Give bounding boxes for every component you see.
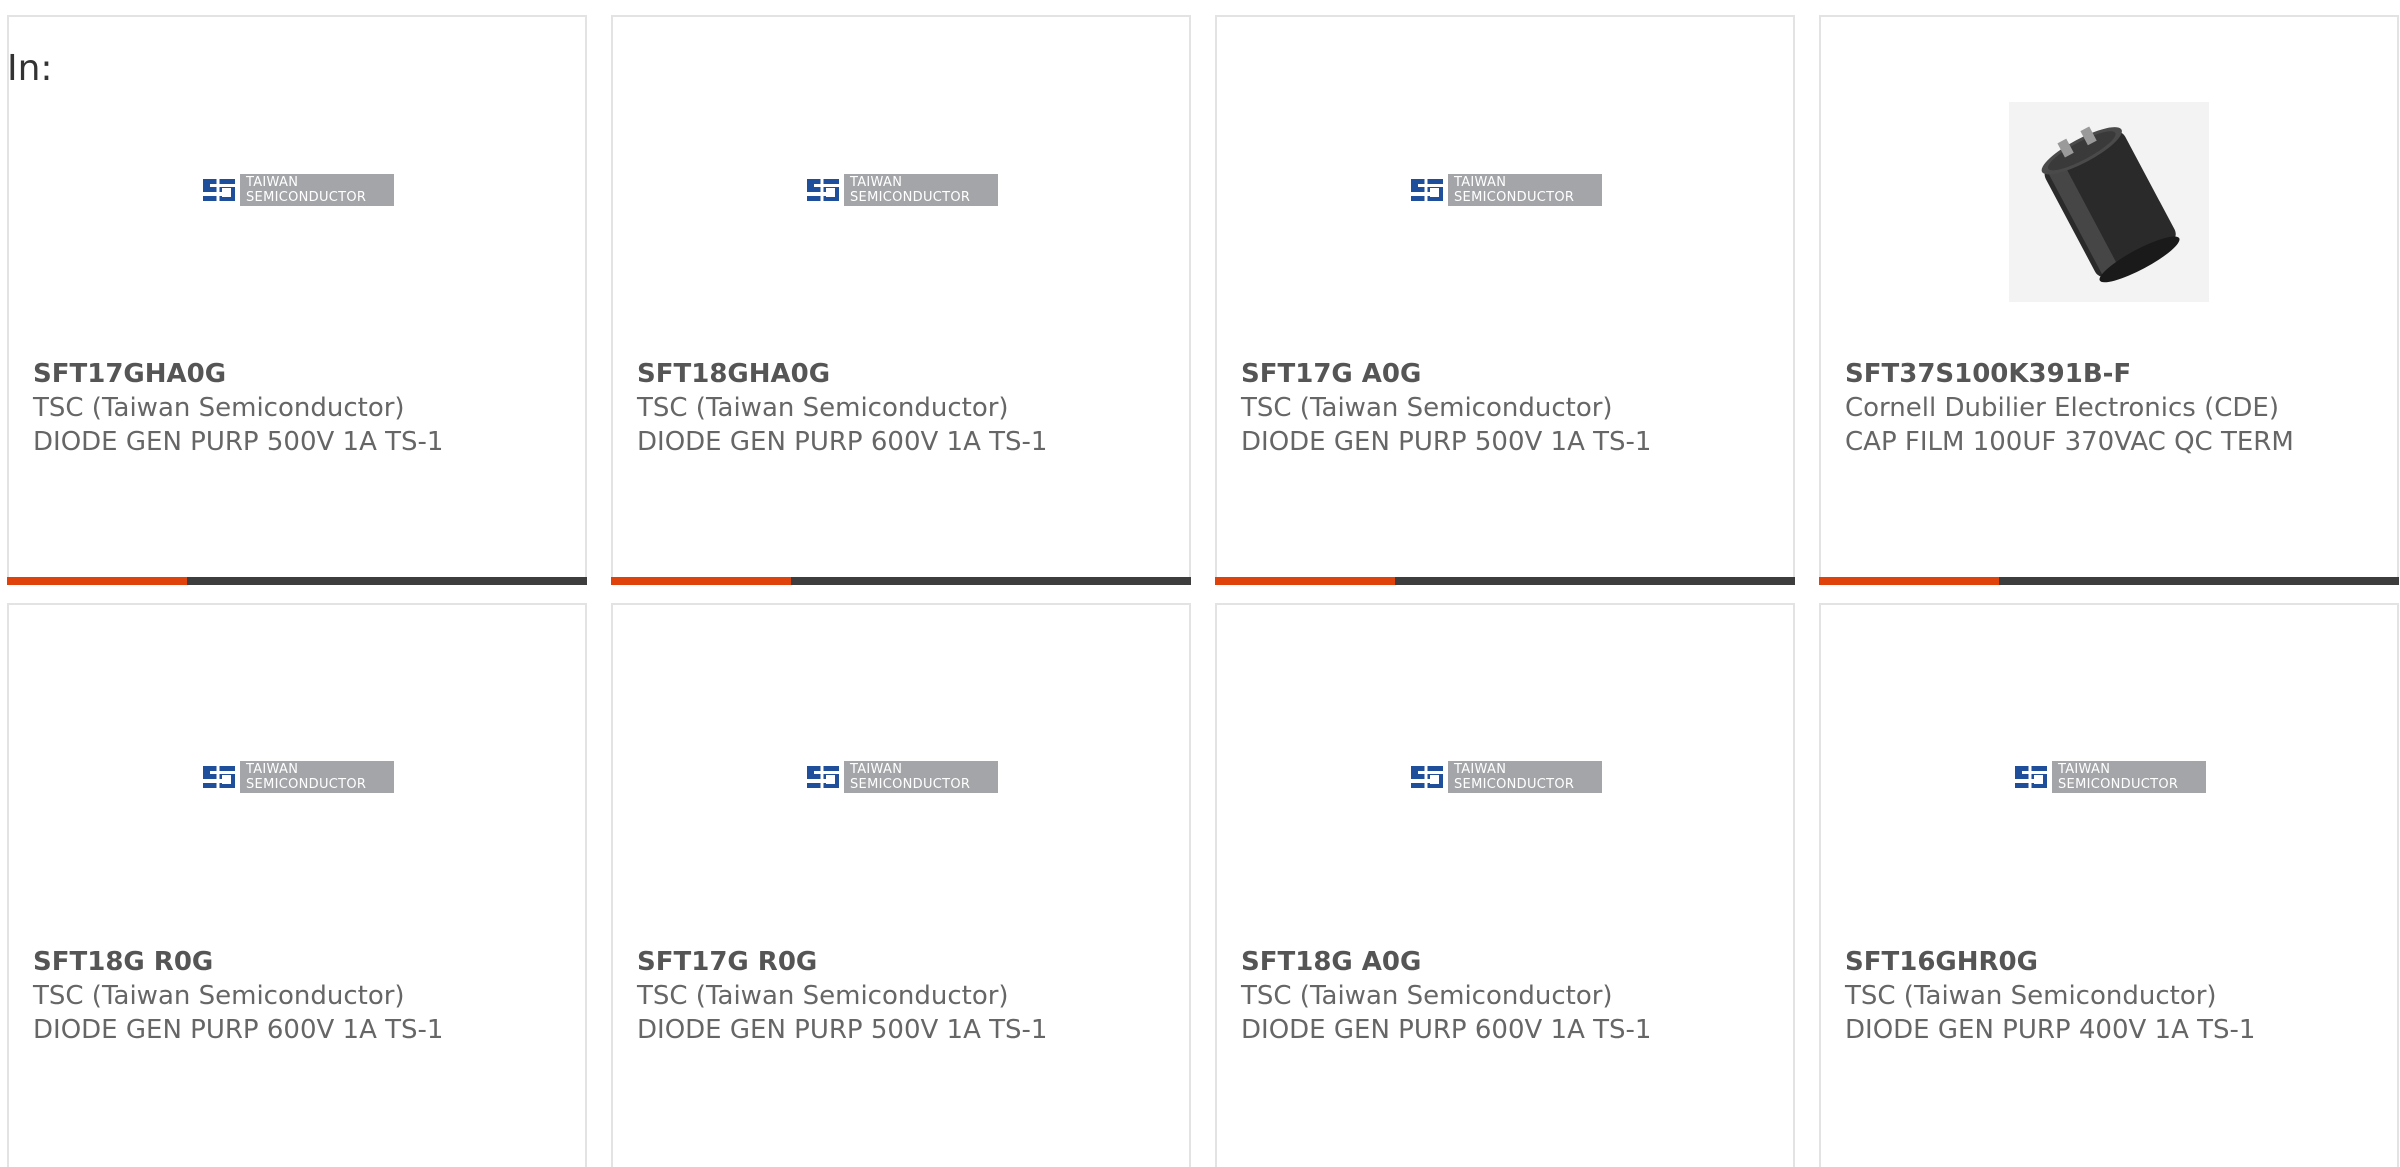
- progress-bar: [1819, 577, 2399, 585]
- logo-wordmark: TAIWAN SEMICONDUCTOR: [1448, 761, 1602, 793]
- logo-line-2: SEMICONDUCTOR: [246, 190, 367, 205]
- tsc-mark-icon: [804, 760, 842, 794]
- product-description: DIODE GEN PURP 500V 1A TS-1: [33, 427, 444, 457]
- product-card[interactable]: TAIWAN SEMICONDUCTOR SFT18G A0G TSC (Taiw…: [1215, 603, 1795, 1167]
- product-grid-page: In: TAIWAN SEMICONDUCTOR SFT17GHA0G TSC (…: [0, 0, 2400, 1167]
- product-info: SFT17G A0G TSC (Taiwan Semiconductor) DIOD…: [1241, 357, 1773, 459]
- logo-line-1: TAIWAN: [1454, 175, 1507, 190]
- part-number-link[interactable]: SFT17G R0G: [637, 945, 1169, 979]
- product-info: SFT18GHA0G TSC (Taiwan Semiconductor) DIOD…: [637, 357, 1169, 459]
- progress-bar: [1215, 577, 1795, 585]
- in-label: In:: [7, 48, 53, 89]
- part-number-link[interactable]: SFT17GHA0G: [33, 357, 565, 391]
- progress-fill: [1215, 577, 1395, 585]
- tsc-mark-icon: [1408, 760, 1446, 794]
- product-card[interactable]: TAIWAN SEMICONDUCTOR SFT16GHR0G TSC (Taiw…: [1819, 603, 2399, 1167]
- product-image[interactable]: TAIWAN SEMICONDUCTOR: [9, 87, 585, 307]
- progress-bar: [7, 577, 587, 585]
- product-card[interactable]: TAIWAN SEMICONDUCTOR SFT17G A0G TSC (Taiw…: [1215, 15, 1795, 585]
- product-card[interactable]: TAIWAN SEMICONDUCTOR SFT17G R0G TSC (Taiw…: [611, 603, 1191, 1167]
- product-description: DIODE GEN PURP 600V 1A TS-1: [1241, 1015, 1652, 1045]
- logo-wordmark: TAIWAN SEMICONDUCTOR: [844, 761, 998, 793]
- product-image[interactable]: TAIWAN SEMICONDUCTOR: [613, 735, 1189, 955]
- logo-wordmark: TAIWAN SEMICONDUCTOR: [844, 174, 998, 206]
- capacitor-photo: [2009, 102, 2209, 302]
- logo-wordmark: TAIWAN SEMICONDUCTOR: [240, 761, 394, 793]
- logo-line-2: SEMICONDUCTOR: [2058, 777, 2179, 792]
- product-description: DIODE GEN PURP 600V 1A TS-1: [33, 1015, 444, 1045]
- product-card[interactable]: SFT37S100K391B-F Cornell Dubilier Electro…: [1819, 15, 2399, 585]
- part-number-link[interactable]: SFT37S100K391B-F: [1845, 357, 2377, 391]
- progress-fill: [1819, 577, 1999, 585]
- part-number-link[interactable]: SFT18G A0G: [1241, 945, 1773, 979]
- manufacturer-name: TSC (Taiwan Semiconductor): [33, 393, 405, 423]
- product-description: DIODE GEN PURP 500V 1A TS-1: [637, 1015, 1048, 1045]
- manufacturer-name: TSC (Taiwan Semiconductor): [637, 981, 1009, 1011]
- logo-wordmark: TAIWAN SEMICONDUCTOR: [240, 174, 394, 206]
- manufacturer-name: TSC (Taiwan Semiconductor): [637, 393, 1009, 423]
- product-image[interactable]: TAIWAN SEMICONDUCTOR: [1821, 735, 2397, 955]
- product-description: DIODE GEN PURP 600V 1A TS-1: [637, 427, 1048, 457]
- product-description: DIODE GEN PURP 500V 1A TS-1: [1241, 427, 1652, 457]
- tsc-mark-icon: [804, 173, 842, 207]
- logo-line-1: TAIWAN: [2058, 762, 2111, 777]
- product-image[interactable]: TAIWAN SEMICONDUCTOR: [9, 735, 585, 955]
- tsc-mark-icon: [2012, 760, 2050, 794]
- product-image[interactable]: TAIWAN SEMICONDUCTOR: [613, 87, 1189, 307]
- logo-line-2: SEMICONDUCTOR: [246, 777, 367, 792]
- product-info: SFT16GHR0G TSC (Taiwan Semiconductor) DIOD…: [1845, 945, 2377, 1047]
- progress-fill: [611, 577, 791, 585]
- product-info: SFT17GHA0G TSC (Taiwan Semiconductor) DIOD…: [33, 357, 565, 459]
- part-number-link[interactable]: SFT18GHA0G: [637, 357, 1169, 391]
- progress-fill: [7, 577, 187, 585]
- manufacturer-name: TSC (Taiwan Semiconductor): [1241, 981, 1613, 1011]
- product-card[interactable]: TAIWAN SEMICONDUCTOR SFT18G R0G TSC (Taiw…: [7, 603, 587, 1167]
- product-image[interactable]: TAIWAN SEMICONDUCTOR: [1217, 735, 1793, 955]
- logo-wordmark: TAIWAN SEMICONDUCTOR: [1448, 174, 1602, 206]
- product-image[interactable]: [1821, 87, 2397, 307]
- logo-line-2: SEMICONDUCTOR: [1454, 777, 1575, 792]
- product-info: SFT18G A0G TSC (Taiwan Semiconductor) DIOD…: [1241, 945, 1773, 1047]
- logo-line-2: SEMICONDUCTOR: [1454, 190, 1575, 205]
- part-number-link[interactable]: SFT17G A0G: [1241, 357, 1773, 391]
- logo-line-1: TAIWAN: [246, 175, 299, 190]
- progress-bar: [611, 577, 1191, 585]
- product-info: SFT37S100K391B-F Cornell Dubilier Electro…: [1845, 357, 2377, 459]
- logo-line-1: TAIWAN: [850, 175, 903, 190]
- taiwan-semiconductor-logo: TAIWAN SEMICONDUCTOR: [2012, 757, 2206, 797]
- taiwan-semiconductor-logo: TAIWAN SEMICONDUCTOR: [804, 170, 998, 210]
- logo-line-2: SEMICONDUCTOR: [850, 777, 971, 792]
- logo-wordmark: TAIWAN SEMICONDUCTOR: [2052, 761, 2206, 793]
- part-number-link[interactable]: SFT18G R0G: [33, 945, 565, 979]
- tsc-mark-icon: [1408, 173, 1446, 207]
- product-card[interactable]: TAIWAN SEMICONDUCTOR SFT17GHA0G TSC (Taiw…: [7, 15, 587, 585]
- product-description: CAP FILM 100UF 370VAC QC TERM: [1845, 427, 2294, 457]
- product-image[interactable]: TAIWAN SEMICONDUCTOR: [1217, 87, 1793, 307]
- part-number-link[interactable]: SFT16GHR0G: [1845, 945, 2377, 979]
- manufacturer-name: TSC (Taiwan Semiconductor): [33, 981, 405, 1011]
- taiwan-semiconductor-logo: TAIWAN SEMICONDUCTOR: [200, 757, 394, 797]
- manufacturer-name: TSC (Taiwan Semiconductor): [1845, 981, 2217, 1011]
- manufacturer-name: TSC (Taiwan Semiconductor): [1241, 393, 1613, 423]
- logo-line-1: TAIWAN: [1454, 762, 1507, 777]
- taiwan-semiconductor-logo: TAIWAN SEMICONDUCTOR: [200, 170, 394, 210]
- product-description: DIODE GEN PURP 400V 1A TS-1: [1845, 1015, 2256, 1045]
- taiwan-semiconductor-logo: TAIWAN SEMICONDUCTOR: [1408, 170, 1602, 210]
- logo-line-1: TAIWAN: [850, 762, 903, 777]
- taiwan-semiconductor-logo: TAIWAN SEMICONDUCTOR: [804, 757, 998, 797]
- product-card[interactable]: TAIWAN SEMICONDUCTOR SFT18GHA0G TSC (Taiw…: [611, 15, 1191, 585]
- logo-line-2: SEMICONDUCTOR: [850, 190, 971, 205]
- product-info: SFT18G R0G TSC (Taiwan Semiconductor) DIOD…: [33, 945, 565, 1047]
- product-info: SFT17G R0G TSC (Taiwan Semiconductor) DIOD…: [637, 945, 1169, 1047]
- manufacturer-name: Cornell Dubilier Electronics (CDE): [1845, 393, 2279, 423]
- logo-line-1: TAIWAN: [246, 762, 299, 777]
- taiwan-semiconductor-logo: TAIWAN SEMICONDUCTOR: [1408, 757, 1602, 797]
- tsc-mark-icon: [200, 173, 238, 207]
- tsc-mark-icon: [200, 760, 238, 794]
